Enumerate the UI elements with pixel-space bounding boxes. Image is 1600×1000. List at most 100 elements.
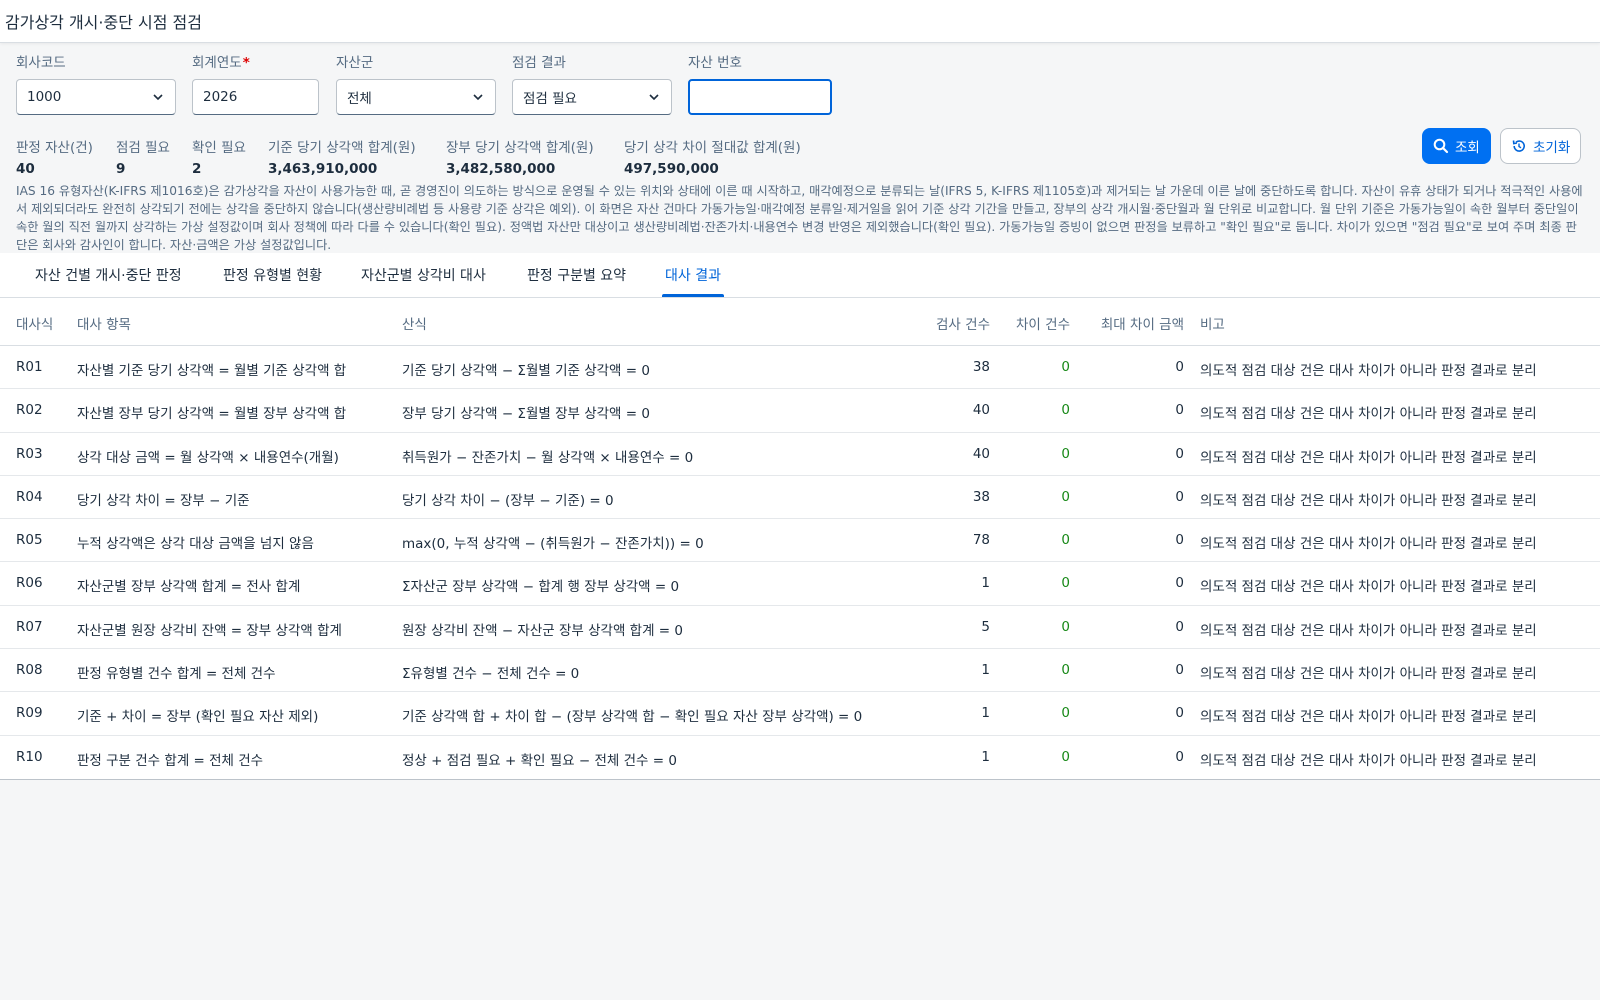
summary-check-needed: 점검 필요 9 (116, 136, 170, 177)
asset-group-field: 자산군 전체 (336, 51, 496, 115)
cell-count: 1 (981, 662, 990, 679)
cell-item: 자산별 기준 당기 상각액 = 월별 기준 상각액 합 (77, 363, 347, 379)
summary-value: 3,482,580,000 (446, 161, 556, 177)
cell-diff: 0 (1061, 748, 1070, 765)
cell-id: R10 (16, 748, 43, 765)
table-row[interactable]: R08 판정 유형별 건수 합계 = 전체 건수 Σ유형별 건수 − 전체 건수 =… (0, 649, 1600, 693)
cell-max: 0 (1175, 575, 1184, 592)
col-header-item[interactable]: 대사 항목 (77, 313, 131, 333)
col-header-id[interactable]: 대사식 (16, 313, 53, 333)
cell-id: R03 (16, 445, 43, 462)
cell-formula: max(0, 누적 상각액 − (취득원가 − 잔존가치)) = 0 (402, 536, 704, 553)
cell-max: 0 (1175, 402, 1184, 419)
col-header-count[interactable]: 검사 건수 (936, 313, 990, 333)
year-input[interactable]: 2026 (192, 79, 319, 115)
cell-formula: 정상 + 점검 필요 + 확인 필요 − 전체 건수 = 0 (402, 752, 677, 769)
required-mark: * (242, 55, 250, 71)
company-label: 회사코드 (16, 55, 66, 71)
cell-item: 자산군별 장부 상각액 합계 = 전사 합계 (77, 579, 301, 596)
table-row[interactable]: R10 판정 구분 건수 합계 = 전체 건수 정상 + 점검 필요 + 확인 필요… (0, 736, 1600, 779)
cell-id: R04 (16, 488, 43, 505)
cell-max: 0 (1175, 532, 1184, 549)
cell-id: R02 (16, 402, 43, 419)
cell-item: 자산별 장부 당기 상각액 = 월별 장부 상각액 합 (77, 406, 347, 423)
cell-item: 자산군별 원장 상각비 잔액 = 장부 상각액 합계 (77, 622, 342, 639)
asset-no-input[interactable] (688, 79, 832, 115)
cell-id: R08 (16, 662, 43, 679)
cell-item: 기준 + 차이 = 장부 (확인 필요 자산 제외) (77, 709, 319, 726)
summary-label: 확인 필요 (192, 140, 246, 156)
cell-max: 0 (1175, 748, 1184, 765)
filter-bar: 회사코드 1000 회계연도* 2026 자산군 전체 점검 결과 점검 필요 … (0, 43, 1600, 164)
description-text: IAS 16 유형자산(K-IFRS 제1016호)은 감가상각을 자산이 사용… (16, 184, 1583, 252)
table-row[interactable]: R06 자산군별 장부 상각액 합계 = 전사 합계 Σ자산군 장부 상각액 − 합… (0, 562, 1600, 606)
summary-confirm-needed: 확인 필요 2 (192, 136, 246, 177)
cell-count: 38 (972, 359, 990, 375)
tab-asset-judgement[interactable]: 자산 건별 개시·중단 판정 (35, 265, 182, 285)
cell-max: 0 (1175, 705, 1184, 722)
summary-label: 점검 필요 (116, 140, 170, 156)
table-row[interactable]: R01 자산별 기준 당기 상각액 = 월별 기준 상각액 합 기준 당기 상각액 … (0, 346, 1600, 390)
cell-count: 40 (972, 445, 990, 462)
cell-diff: 0 (1061, 575, 1070, 592)
cell-item: 판정 구분 건수 합계 = 전체 건수 (77, 752, 264, 769)
cell-note: 의도적 점검 대상 건은 대사 차이가 아니라 판정 결과로 분리 (1200, 363, 1537, 379)
cell-id: R01 (16, 359, 43, 375)
table-row[interactable]: R07 자산군별 원장 상각비 잔액 = 장부 상각액 합계 원장 상각비 잔액 −… (0, 606, 1600, 650)
col-header-diff[interactable]: 차이 건수 (1016, 313, 1070, 333)
table-row[interactable]: R04 당기 상각 차이 = 장부 − 기준 당기 상각 차이 − (장부 − 기준… (0, 476, 1600, 520)
cell-max: 0 (1175, 359, 1184, 375)
app-header: 감가상각 개시·중단 시점 점검 (0, 0, 1600, 43)
col-header-formula[interactable]: 산식 (402, 313, 427, 333)
summary-judged: 판정 자산(건) 40 (16, 136, 93, 177)
cell-id: R09 (16, 705, 43, 722)
cell-diff: 0 (1061, 445, 1070, 462)
asset-no-label: 자산 번호 (688, 55, 742, 71)
cell-diff: 0 (1061, 705, 1070, 722)
tab-group-reconcile[interactable]: 자산군별 상각비 대사 (361, 265, 486, 285)
asset-group-select[interactable]: 전체 (336, 79, 496, 115)
table-row[interactable]: R03 상각 대상 금액 = 월 상각액 × 내용연수(개월) 취득원가 − 잔존가… (0, 433, 1600, 476)
asset-group-value: 전체 (347, 91, 372, 107)
cell-count: 1 (981, 748, 990, 765)
table-row[interactable]: R02 자산별 장부 당기 상각액 = 월별 장부 상각액 합 장부 당기 상각액 … (0, 389, 1600, 433)
year-value: 2026 (203, 89, 238, 105)
summary-book-total: 장부 당기 상각액 합계(원) 3,482,580,000 (446, 136, 594, 177)
col-header-max[interactable]: 최대 차이 금액 (1101, 313, 1184, 333)
table-row[interactable]: R05 누적 상각액은 상각 대상 금액을 넘지 않음 max(0, 누적 상각액 … (0, 519, 1600, 563)
company-select[interactable]: 1000 (16, 79, 176, 115)
table-body: R01 자산별 기준 당기 상각액 = 월별 기준 상각액 합 기준 당기 상각액 … (0, 346, 1600, 779)
tab-category-summary[interactable]: 판정 구분별 요약 (527, 265, 626, 285)
year-label: 회계연도* (192, 51, 319, 71)
cell-note: 의도적 점검 대상 건은 대사 차이가 아니라 판정 결과로 분리 (1200, 709, 1537, 726)
asset-no-field: 자산 번호 (688, 51, 832, 115)
cell-diff: 0 (1061, 359, 1070, 375)
chevron-down-icon (153, 94, 163, 101)
table-row[interactable]: R09 기준 + 차이 = 장부 (확인 필요 자산 제외) 기준 상각액 합 + … (0, 692, 1600, 736)
cell-diff: 0 (1061, 662, 1070, 679)
cell-max: 0 (1175, 445, 1184, 462)
chevron-down-icon (649, 94, 659, 101)
cell-formula: 당기 상각 차이 − (장부 − 기준) = 0 (402, 492, 614, 509)
cell-count: 1 (981, 705, 990, 722)
summary-label: 장부 당기 상각액 합계(원) (446, 140, 594, 156)
result-value: 점검 필요 (523, 91, 577, 107)
summary-label: 당기 상각 차이 절대값 합계(원) (624, 140, 801, 156)
summary-value: 9 (116, 161, 126, 177)
cell-count: 78 (972, 532, 990, 549)
cell-note: 의도적 점검 대상 건은 대사 차이가 아니라 판정 결과로 분리 (1200, 536, 1537, 553)
result-select[interactable]: 점검 필요 (512, 79, 672, 115)
col-header-note[interactable]: 비고 (1200, 313, 1225, 333)
reconcile-table: 대사식 대사 항목 산식 검사 건수 차이 건수 최대 차이 금액 비고 R01… (0, 298, 1600, 780)
company-value: 1000 (27, 89, 62, 105)
asset-group-label: 자산군 (336, 55, 374, 71)
cell-id: R05 (16, 532, 43, 549)
summary-bar: 판정 자산(건) 40 점검 필요 9 확인 필요 2 기준 당기 상각액 합계(원)… (0, 128, 1600, 177)
cell-item: 상각 대상 금액 = 월 상각액 × 내용연수(개월) (77, 449, 339, 466)
tab-reconcile-result[interactable]: 대사 결과 (662, 265, 724, 297)
page-title: 감가상각 개시·중단 시점 점검 (5, 13, 202, 32)
cell-count: 5 (981, 618, 990, 635)
tab-type-status[interactable]: 판정 유형별 현황 (223, 265, 322, 285)
cell-item: 당기 상각 차이 = 장부 − 기준 (77, 492, 250, 509)
cell-formula: 기준 상각액 합 + 차이 합 − (장부 상각액 합 − 확인 필요 자산 장… (402, 709, 863, 726)
